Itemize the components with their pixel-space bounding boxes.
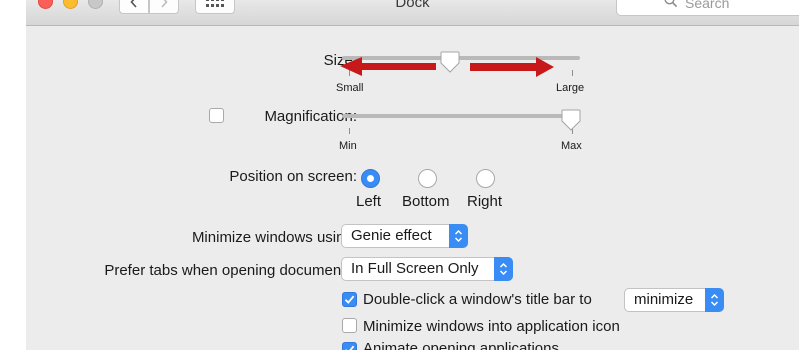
animate-opening-label: Animate opening applications <box>363 340 559 350</box>
magnification-tick-min <box>349 128 350 134</box>
position-right-radio[interactable] <box>476 169 495 188</box>
double-click-action-popup[interactable]: minimize <box>624 288 724 312</box>
prefer-tabs-label: Prefer tabs when opening documents: <box>104 262 357 279</box>
size-min-label: Small <box>336 82 364 94</box>
position-bottom-label: Bottom <box>402 193 450 210</box>
popup-arrows-icon <box>494 257 513 281</box>
double-click-action-value: minimize <box>634 291 694 308</box>
minimize-into-icon-label: Minimize windows into application icon <box>363 318 620 335</box>
magnification-max-label: Max <box>561 140 582 152</box>
search-placeholder: Search <box>685 0 730 11</box>
popup-arrows-icon <box>449 224 468 248</box>
position-right-label: Right <box>467 193 503 210</box>
dock-preferences-window: Dock Search Size: Small Large Magnificat… <box>26 0 799 350</box>
checkmark-icon <box>344 295 355 304</box>
position-left-label: Left <box>356 193 382 210</box>
search-icon <box>664 0 678 11</box>
double-click-label: Double-click a window's title bar to <box>363 291 592 308</box>
position-bottom-radio[interactable] <box>418 169 437 188</box>
minimize-effect-popup[interactable]: Genie effect <box>341 224 468 248</box>
minimize-using-label: Minimize windows using: <box>191 229 357 246</box>
prefer-tabs-popup[interactable]: In Full Screen Only <box>341 257 513 281</box>
magnification-slider-track[interactable] <box>342 114 580 118</box>
annotation-arrows <box>340 57 554 77</box>
checkmark-icon <box>345 345 355 350</box>
title-bar: Dock Search <box>26 0 799 26</box>
minimize-effect-value: Genie effect <box>351 227 432 244</box>
prefer-tabs-value: In Full Screen Only <box>351 260 479 277</box>
position-label: Position on screen: <box>229 168 357 185</box>
double-click-checkbox[interactable] <box>342 292 357 307</box>
animate-opening-checkbox[interactable] <box>342 342 357 350</box>
magnification-checkbox[interactable] <box>209 108 224 123</box>
popup-arrows-icon <box>705 288 724 312</box>
magnification-slider-thumb[interactable] <box>561 109 581 131</box>
position-left-radio[interactable] <box>361 169 380 188</box>
size-max-label: Large <box>556 82 585 94</box>
size-tick-max <box>572 70 573 76</box>
minimize-into-icon-checkbox[interactable] <box>342 318 357 333</box>
search-field[interactable]: Search <box>616 0 799 16</box>
magnification-min-label: Min <box>339 140 357 152</box>
